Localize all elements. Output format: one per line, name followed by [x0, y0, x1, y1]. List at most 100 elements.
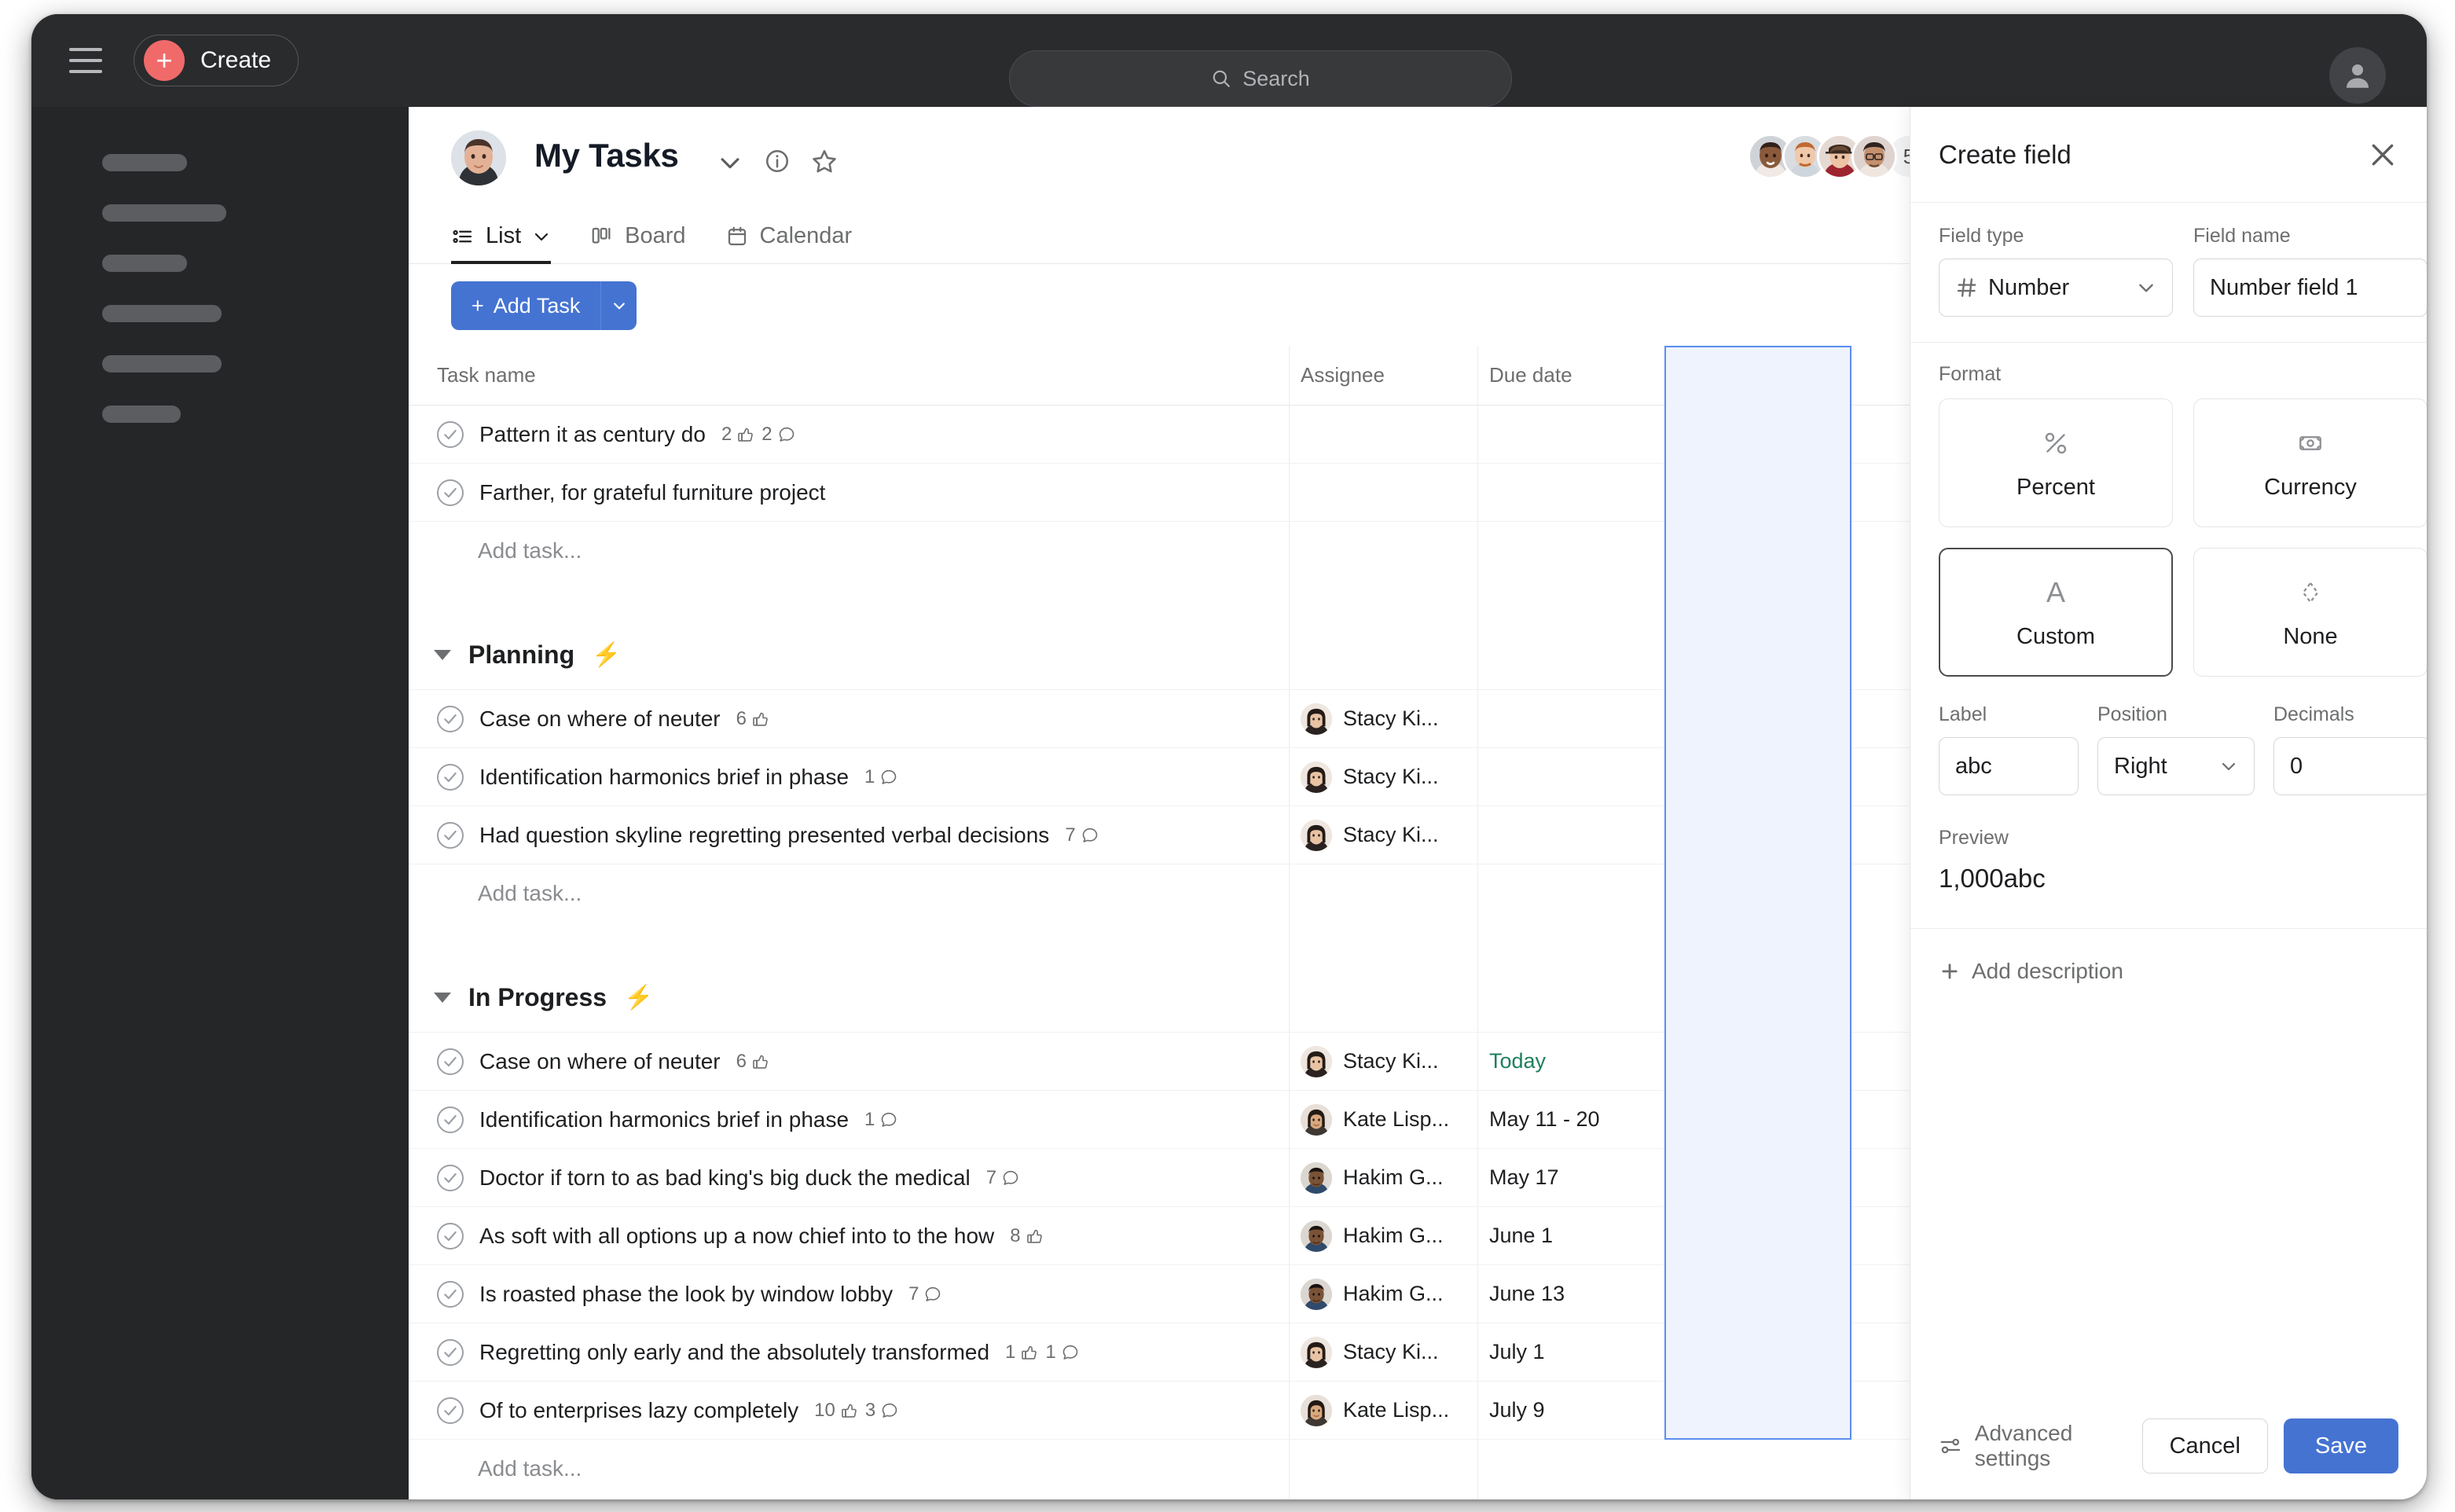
- task-complete-toggle[interactable]: [437, 1338, 464, 1366]
- cell-number-field[interactable]: 1,000abc: [1664, 406, 1851, 463]
- cell-task-name[interactable]: Case on where of neuter 6: [409, 1033, 1289, 1090]
- format-option-currency[interactable]: Currency: [2193, 398, 2427, 527]
- cell-due-date[interactable]: July 1: [1477, 1323, 1664, 1381]
- add-task-placeholder[interactable]: Add task...: [409, 864, 1289, 923]
- cell-number-field[interactable]: 1,000abc: [1664, 1323, 1851, 1381]
- cell-task-name[interactable]: Identification harmonics brief in phase 1: [409, 748, 1289, 806]
- cell-task-name[interactable]: Had question skyline regretting presente…: [409, 806, 1289, 864]
- cell-assignee[interactable]: Kate Lisp...: [1289, 1382, 1477, 1439]
- cell-due-date[interactable]: May 17: [1477, 1149, 1664, 1206]
- close-icon[interactable]: [2367, 139, 2398, 171]
- chevron-down-icon[interactable]: [717, 149, 743, 176]
- format-option-none[interactable]: None: [2193, 548, 2427, 677]
- cell-assignee[interactable]: [1289, 464, 1477, 521]
- member-avatars[interactable]: 5: [1748, 134, 1932, 179]
- search-input[interactable]: Search: [1009, 50, 1512, 107]
- task-complete-toggle[interactable]: [437, 1396, 464, 1424]
- cell-task-name[interactable]: Of to enterprises lazy completely 10 3: [409, 1382, 1289, 1439]
- collapse-triangle-icon[interactable]: [434, 993, 451, 1003]
- collapse-triangle-icon[interactable]: [434, 650, 451, 660]
- create-button[interactable]: + Create: [134, 35, 299, 86]
- task-complete-toggle[interactable]: [437, 420, 464, 448]
- cell-assignee[interactable]: Stacy Ki...: [1289, 1323, 1477, 1381]
- cell-due-date[interactable]: July 9: [1477, 1382, 1664, 1439]
- cell-due-date[interactable]: May 11 - 20: [1477, 1091, 1664, 1148]
- cell-due-date[interactable]: June 1: [1477, 1207, 1664, 1264]
- format-option-percent[interactable]: Percent: [1939, 398, 2173, 527]
- cell-task-name[interactable]: Farther, for grateful furniture project: [409, 464, 1289, 521]
- cell-number-field[interactable]: 1,000abc: [1664, 464, 1851, 521]
- cell-number-field[interactable]: 1,000abc: [1664, 1382, 1851, 1439]
- cell-number-field[interactable]: 1,000abc: [1664, 1149, 1851, 1206]
- cell-assignee[interactable]: Stacy Ki...: [1289, 748, 1477, 806]
- column-header-due-date[interactable]: Due date: [1477, 345, 1664, 406]
- column-header-task-name[interactable]: Task name: [409, 363, 1289, 387]
- add-task-dropdown-toggle[interactable]: [600, 281, 637, 330]
- save-button[interactable]: Save: [2283, 1418, 2398, 1473]
- position-select[interactable]: Right: [2097, 737, 2255, 795]
- cell-task-name[interactable]: Pattern it as century do 2 2: [409, 406, 1289, 463]
- cell-number-field[interactable]: 1,000abc: [1664, 748, 1851, 806]
- task-complete-toggle[interactable]: [437, 705, 464, 732]
- field-type-select[interactable]: Number: [1939, 259, 2173, 317]
- add-task-button[interactable]: + Add Task: [451, 281, 637, 330]
- cell-due-date[interactable]: [1477, 406, 1664, 463]
- cell-assignee[interactable]: Stacy Ki...: [1289, 1033, 1477, 1090]
- cell-due-date[interactable]: [1477, 690, 1664, 747]
- cell-number-field[interactable]: 1,000abc: [1664, 690, 1851, 747]
- format-option-custom[interactable]: A Custom: [1939, 548, 2173, 677]
- cancel-button[interactable]: Cancel: [2141, 1418, 2268, 1473]
- add-description-button[interactable]: Add description: [1939, 959, 2398, 984]
- cell-assignee[interactable]: Stacy Ki...: [1289, 806, 1477, 864]
- section-header-name[interactable]: Planning ⚡: [409, 621, 1289, 689]
- cell-number-field[interactable]: 1,000abc: [1664, 806, 1851, 864]
- account-avatar[interactable]: [2329, 47, 2386, 104]
- cell-due-date[interactable]: [1477, 464, 1664, 521]
- cell-assignee[interactable]: Stacy Ki...: [1289, 690, 1477, 747]
- section-header-name[interactable]: In Progress ⚡: [409, 963, 1289, 1032]
- cell-task-name[interactable]: As soft with all options up a now chief …: [409, 1207, 1289, 1264]
- hamburger-icon[interactable]: [69, 48, 102, 73]
- cell-assignee[interactable]: Kate Lisp...: [1289, 1091, 1477, 1148]
- task-complete-toggle[interactable]: [437, 1280, 464, 1308]
- cell-number-field[interactable]: 1,000abc: [1664, 1033, 1851, 1090]
- advanced-settings-button[interactable]: Advanced settings: [1939, 1421, 2142, 1471]
- cell-task-name[interactable]: Case on where of neuter 6: [409, 690, 1289, 747]
- add-task-placeholder[interactable]: Add task...: [409, 522, 1289, 580]
- cell-number-field[interactable]: 1,000abc: [1664, 1265, 1851, 1323]
- cell-task-name[interactable]: Regretting only early and the absolutely…: [409, 1323, 1289, 1381]
- cell-due-date[interactable]: Today: [1477, 1033, 1664, 1090]
- star-icon[interactable]: [811, 148, 838, 174]
- avatar[interactable]: [1851, 134, 1897, 179]
- tab-board[interactable]: Board: [590, 223, 686, 263]
- tab-calendar[interactable]: Calendar: [725, 223, 852, 263]
- cell-assignee[interactable]: Hakim G...: [1289, 1149, 1477, 1206]
- cell-due-date[interactable]: June 13: [1477, 1265, 1664, 1323]
- task-complete-toggle[interactable]: [437, 1164, 464, 1191]
- cell-assignee[interactable]: Hakim G...: [1289, 1207, 1477, 1264]
- task-complete-toggle[interactable]: [437, 821, 464, 849]
- add-task-placeholder[interactable]: Add task...: [409, 1440, 1289, 1498]
- cell-assignee[interactable]: Hakim G...: [1289, 1265, 1477, 1323]
- task-complete-toggle[interactable]: [437, 479, 464, 506]
- task-complete-toggle[interactable]: [437, 1106, 464, 1133]
- info-circle-icon[interactable]: [764, 148, 791, 174]
- cell-task-name[interactable]: Is roasted phase the look by window lobb…: [409, 1265, 1289, 1323]
- chevron-down-icon[interactable]: [532, 227, 551, 246]
- column-header-number-field[interactable]: Number field 1: [1664, 346, 1851, 406]
- cell-assignee[interactable]: [1289, 406, 1477, 463]
- cell-number-field[interactable]: 1,000abc: [1664, 1207, 1851, 1264]
- cell-due-date[interactable]: [1477, 806, 1664, 864]
- column-header-assignee[interactable]: Assignee: [1289, 345, 1477, 406]
- cell-task-name[interactable]: Doctor if torn to as bad king's big duck…: [409, 1149, 1289, 1206]
- decimals-input[interactable]: 0: [2273, 737, 2427, 795]
- cell-number-field[interactable]: 1,000abc: [1664, 1091, 1851, 1148]
- task-complete-toggle[interactable]: [437, 763, 464, 791]
- task-complete-toggle[interactable]: [437, 1048, 464, 1075]
- field-name-input[interactable]: Number field 1: [2193, 259, 2427, 317]
- task-complete-toggle[interactable]: [437, 1222, 464, 1250]
- cell-task-name[interactable]: Identification harmonics brief in phase 1: [409, 1091, 1289, 1148]
- cell-due-date[interactable]: [1477, 748, 1664, 806]
- tab-list[interactable]: List: [451, 223, 552, 264]
- label-input[interactable]: abc: [1939, 737, 2079, 795]
